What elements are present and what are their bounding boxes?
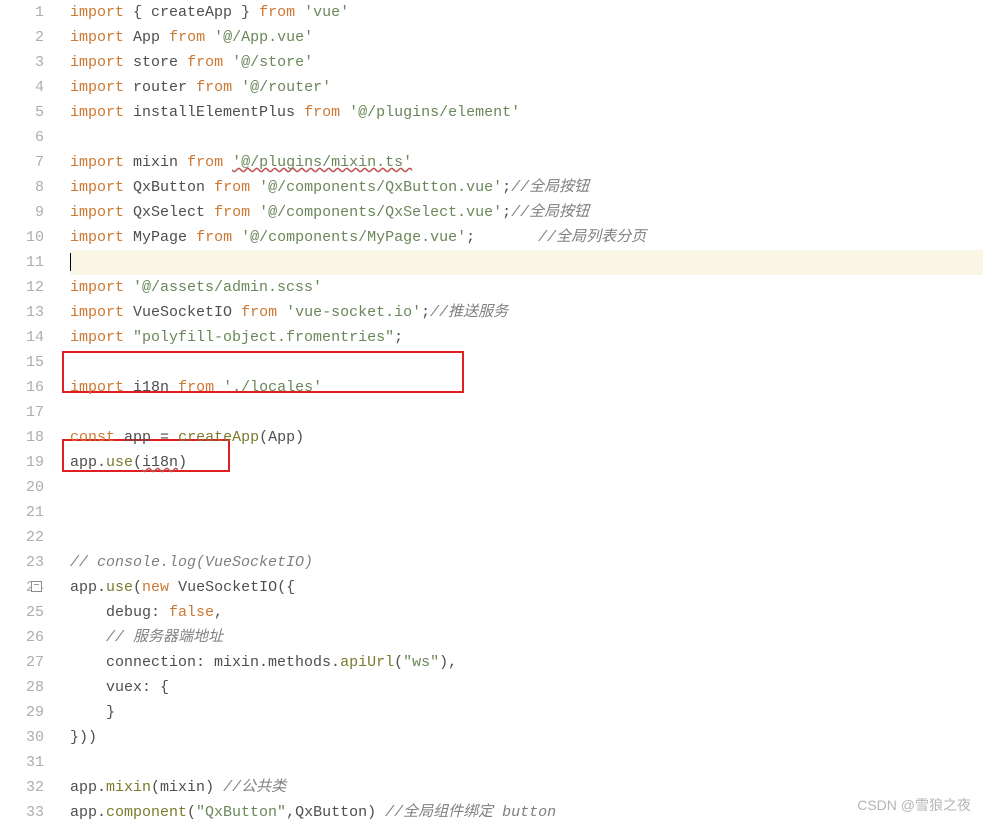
- line-number: 6: [0, 125, 44, 150]
- code-line: app.mixin(mixin) //公共类: [70, 775, 983, 800]
- code-line: app.component("QxButton",QxButton) //全局组…: [70, 800, 983, 825]
- cursor-icon: [70, 253, 71, 271]
- code-line: import VueSocketIO from 'vue-socket.io';…: [70, 300, 983, 325]
- line-number: 18: [0, 425, 44, 450]
- code-line: }: [70, 700, 983, 725]
- line-number: 7: [0, 150, 44, 175]
- line-number: 16: [0, 375, 44, 400]
- code-line: import { createApp } from 'vue': [70, 0, 983, 25]
- code-line-active: [70, 250, 983, 275]
- line-number: 3: [0, 50, 44, 75]
- code-line: import QxButton from '@/components/QxBut…: [70, 175, 983, 200]
- line-number: 15: [0, 350, 44, 375]
- line-number-gutter: 123456789101112131415161718192021222324−…: [0, 0, 62, 823]
- line-number: 19: [0, 450, 44, 475]
- line-number: 27: [0, 650, 44, 675]
- code-line: [70, 525, 983, 550]
- code-line: // 服务器端地址: [70, 625, 983, 650]
- code-line: import router from '@/router': [70, 75, 983, 100]
- watermark: CSDN @雪狼之夜: [857, 795, 971, 815]
- code-line: [70, 475, 983, 500]
- code-line: import "polyfill-object.fromentries";: [70, 325, 983, 350]
- line-number: 22: [0, 525, 44, 550]
- code-line: import App from '@/App.vue': [70, 25, 983, 50]
- code-line: import store from '@/store': [70, 50, 983, 75]
- line-number: 20: [0, 475, 44, 500]
- line-number: 23: [0, 550, 44, 575]
- code-line: import MyPage from '@/components/MyPage.…: [70, 225, 983, 250]
- code-line: import QxSelect from '@/components/QxSel…: [70, 200, 983, 225]
- code-area[interactable]: import { createApp } from 'vue' import A…: [62, 0, 983, 823]
- code-line: import i18n from './locales': [70, 375, 983, 400]
- line-number: 1: [0, 0, 44, 25]
- line-number: 12: [0, 275, 44, 300]
- code-line: [70, 350, 983, 375]
- line-number: 4: [0, 75, 44, 100]
- code-line: // console.log(VueSocketIO): [70, 550, 983, 575]
- fold-icon[interactable]: −: [31, 581, 42, 592]
- line-number: 26: [0, 625, 44, 650]
- code-line: })): [70, 725, 983, 750]
- line-number: 24−: [0, 575, 44, 600]
- line-number: 9: [0, 200, 44, 225]
- code-line: [70, 750, 983, 775]
- line-number: 14: [0, 325, 44, 350]
- line-number: 8: [0, 175, 44, 200]
- line-number: 13: [0, 300, 44, 325]
- line-number: 11: [0, 250, 44, 275]
- code-line: app.use(new VueSocketIO({: [70, 575, 983, 600]
- line-number: 21: [0, 500, 44, 525]
- code-line: const app = createApp(App): [70, 425, 983, 450]
- line-number: 28: [0, 675, 44, 700]
- code-line: connection: mixin.methods.apiUrl("ws"),: [70, 650, 983, 675]
- code-editor[interactable]: 123456789101112131415161718192021222324−…: [0, 0, 983, 823]
- code-line: [70, 500, 983, 525]
- line-number: 2: [0, 25, 44, 50]
- code-line: [70, 400, 983, 425]
- line-number: 10: [0, 225, 44, 250]
- line-number: 30: [0, 725, 44, 750]
- line-number: 29: [0, 700, 44, 725]
- code-line: import mixin from '@/plugins/mixin.ts': [70, 150, 983, 175]
- line-number: 32: [0, 775, 44, 800]
- code-line: import '@/assets/admin.scss': [70, 275, 983, 300]
- line-number: 5: [0, 100, 44, 125]
- code-line: app.use(i18n): [70, 450, 983, 475]
- code-line: import installElementPlus from '@/plugin…: [70, 100, 983, 125]
- line-number: 17: [0, 400, 44, 425]
- line-number: 25: [0, 600, 44, 625]
- code-line: vuex: {: [70, 675, 983, 700]
- code-line: debug: false,: [70, 600, 983, 625]
- line-number: 33: [0, 800, 44, 825]
- code-line: [70, 125, 983, 150]
- line-number: 31: [0, 750, 44, 775]
